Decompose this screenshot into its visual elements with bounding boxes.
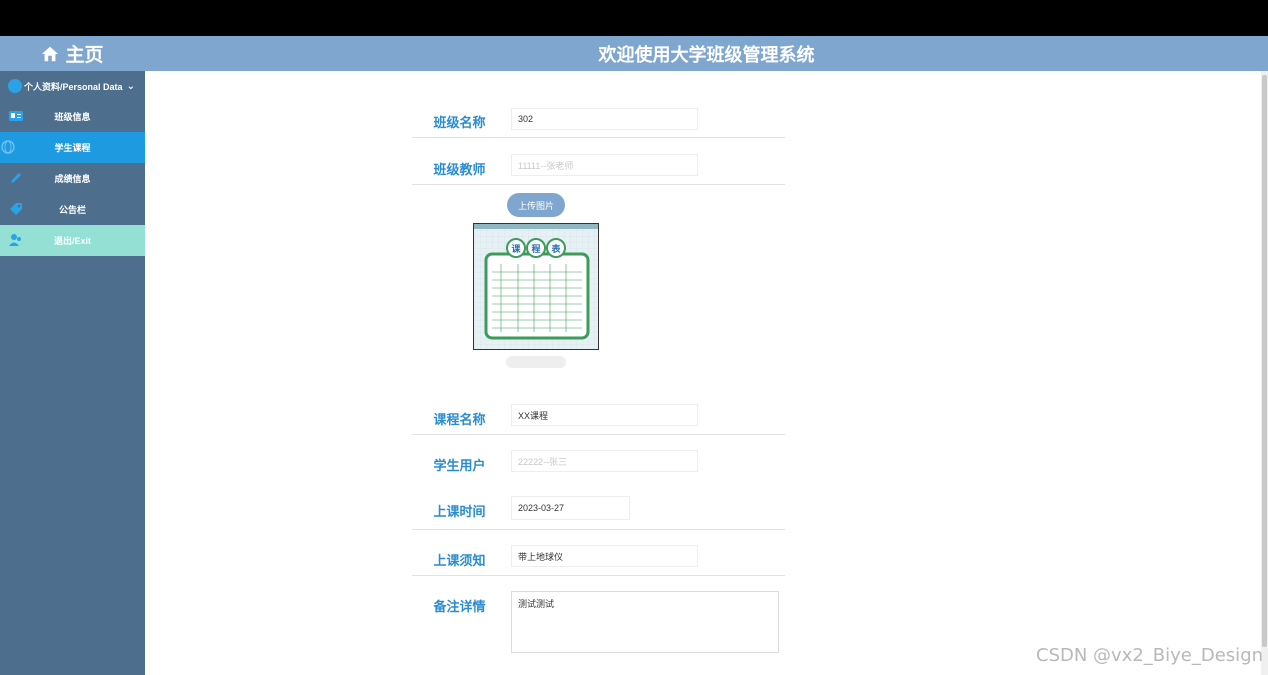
- course-schedule-image: 课 程 表: [473, 223, 599, 350]
- top-black-bar: [0, 0, 1268, 36]
- personal-data-label: 个人资料/Personal Data: [24, 81, 123, 92]
- sidebar-item-student-courses[interactable]: 学生课程: [0, 132, 145, 163]
- form-row-student-user: 学生用户 22222--张三: [412, 449, 785, 480]
- page-header: 欢迎使用大学班级管理系统: [145, 36, 1268, 71]
- sidebar-item-label: 学生课程: [54, 143, 91, 153]
- home-link[interactable]: 主页: [0, 36, 145, 71]
- sidebar-item-grades[interactable]: 成绩信息: [0, 163, 145, 194]
- sidebar-item-bulletin[interactable]: 公告栏: [0, 194, 145, 225]
- users-icon: [9, 234, 21, 246]
- form-panel: 班级名称 302 班级教师 11111--张老师 上传图片 课 程 表 课程名称…: [145, 71, 1261, 675]
- sidebar: 主页 个人资料/Personal Data ⌄ 班级信息 学生课程 成绩信息 公…: [0, 36, 145, 675]
- student-user-select[interactable]: 22222--张三: [511, 450, 698, 472]
- class-name-input[interactable]: 302: [511, 108, 698, 130]
- class-time-date-picker[interactable]: 2023-03-27: [511, 496, 630, 520]
- svg-text:课: 课: [511, 243, 521, 255]
- watermark: CSDN @vx2_Biye_Design: [1036, 645, 1264, 666]
- class-notice-label: 上课须知: [433, 553, 486, 568]
- scrollbar-thumb[interactable]: [1262, 75, 1267, 647]
- form-row-class-time: 上课时间 2023-03-27: [412, 495, 785, 530]
- course-name-input[interactable]: XX课程: [511, 404, 698, 426]
- pen-icon: [11, 173, 21, 183]
- svg-text:程: 程: [531, 243, 540, 255]
- class-teacher-label: 班级教师: [433, 162, 486, 177]
- tag-icon: [10, 203, 22, 215]
- form-row-course-name: 课程名称 XX课程: [412, 403, 785, 435]
- id-card-icon: [9, 111, 23, 121]
- class-time-label: 上课时间: [433, 504, 486, 519]
- remarks-label: 备注详情: [433, 599, 486, 614]
- class-teacher-select[interactable]: 11111--张老师: [511, 154, 698, 176]
- upload-image-button[interactable]: 上传图片: [507, 193, 565, 217]
- class-notice-input[interactable]: 带上地球仪: [511, 545, 698, 567]
- sidebar-item-exit[interactable]: 退出/Exit: [0, 225, 145, 256]
- svg-text:表: 表: [550, 243, 561, 255]
- chevron-down-icon: ⌄: [126, 80, 135, 92]
- page-title: 欢迎使用大学班级管理系统: [598, 44, 815, 65]
- student-user-label: 学生用户: [433, 458, 486, 473]
- page-scrollbar[interactable]: [1261, 71, 1268, 675]
- sidebar-item-class-info[interactable]: 班级信息: [0, 101, 145, 132]
- home-label: 主页: [65, 45, 104, 66]
- schedule-illustration: 课 程 表: [474, 224, 598, 349]
- user-icon: [8, 79, 22, 93]
- course-name-label: 课程名称: [433, 412, 486, 427]
- class-name-label: 班级名称: [433, 115, 486, 130]
- form-row-class-teacher: 班级教师 11111--张老师: [412, 153, 785, 185]
- form-row-class-notice: 上课须知 带上地球仪: [412, 544, 785, 576]
- home-icon: [42, 46, 59, 61]
- personal-data-menu[interactable]: 个人资料/Personal Data ⌄: [0, 71, 145, 101]
- remarks-textarea[interactable]: 测试测试: [511, 591, 779, 653]
- image-scrollbar[interactable]: [506, 356, 566, 368]
- form-row-class-name: 班级名称 302: [412, 107, 785, 138]
- globe-icon: [1, 140, 15, 154]
